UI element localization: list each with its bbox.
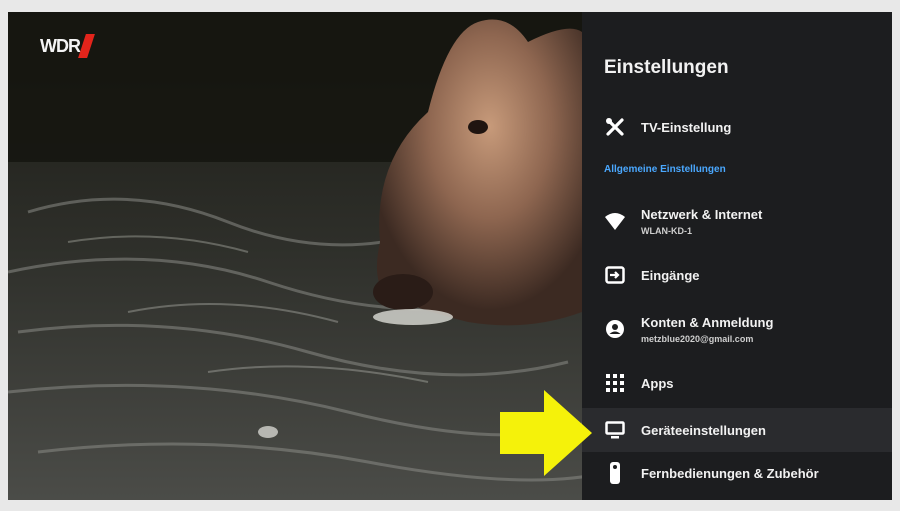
settings-item-label: Fernbedienungen & Zubehör [641,465,819,481]
tv-screen: WDR Einstellungen TV-Einstellung Allgeme… [8,12,892,500]
settings-item-apps[interactable]: Apps [582,368,892,398]
settings-item-label: Netzwerk & Internet [641,206,763,222]
settings-panel: Einstellungen TV-Einstellung Allgemeine … [582,12,892,500]
channel-logo-text: WDR [40,36,81,56]
tools-icon [604,116,626,138]
settings-item-inputs[interactable]: Eingänge [582,260,892,290]
annotation-arrow-icon [500,390,592,476]
remote-icon [604,462,626,484]
settings-item-sublabel: WLAN-KD-1 [641,225,692,236]
wifi-icon [604,210,626,232]
settings-item-label: Apps [641,375,674,391]
settings-item-network[interactable]: Netzwerk & Internet WLAN-KD-1 [582,200,892,242]
section-header-general: Allgemeine Einstellungen [604,164,726,175]
settings-item-tv-einstellung[interactable]: TV-Einstellung [582,112,892,142]
settings-item-label: Konten & Anmeldung [641,314,774,330]
panel-title: Einstellungen [604,57,729,78]
apps-grid-icon [604,372,626,394]
tv-icon [604,419,626,441]
channel-logo: WDR [40,34,95,58]
settings-item-label: Geräteeinstellungen [641,422,766,438]
settings-item-label: Eingänge [641,267,700,283]
settings-item-device[interactable]: Geräteeinstellungen [582,408,892,452]
settings-item-remotes[interactable]: Fernbedienungen & Zubehör [582,458,892,488]
settings-item-label: TV-Einstellung [641,119,732,135]
settings-item-sublabel: metzblue2020@gmail.com [641,333,754,344]
account-icon [604,318,626,340]
settings-item-accounts[interactable]: Konten & Anmeldung metzblue2020@gmail.co… [582,308,892,350]
input-icon [604,264,626,286]
